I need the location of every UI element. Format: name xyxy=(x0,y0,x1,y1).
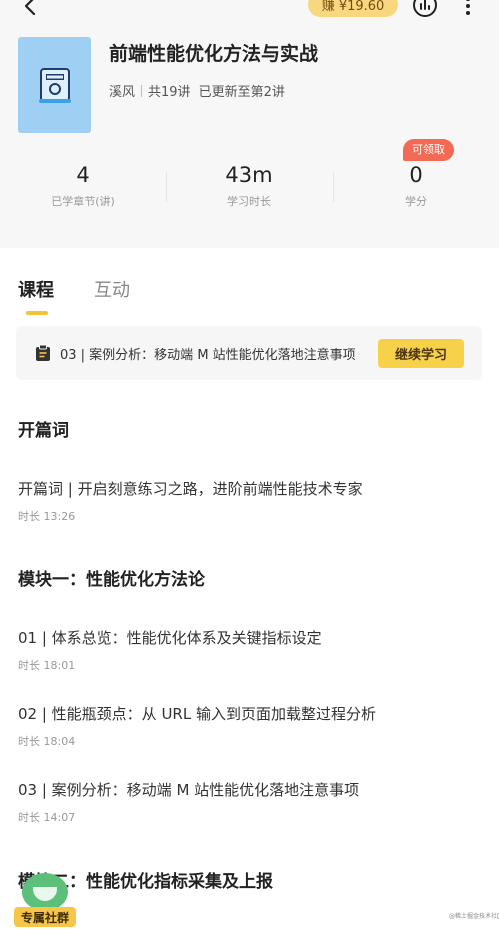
stat-chapters: 4 已学章节(讲) xyxy=(0,160,166,209)
course-cover-image xyxy=(18,37,91,133)
section-title: 开篇词 xyxy=(18,421,69,441)
top-bar: 赚 ¥19.60 xyxy=(0,0,499,20)
community-group-button[interactable]: 专属社群 xyxy=(14,873,76,929)
chat-bubble-icon xyxy=(22,873,68,911)
stat-label: 已学章节(讲) xyxy=(51,195,115,208)
earn-reward-button[interactable]: 赚 ¥19.60 xyxy=(308,0,398,17)
claim-credits-badge[interactable]: 可领取 xyxy=(403,139,454,161)
lesson-title: 02 | 性能瓶颈点：从 URL 输入到页面加载整过程分析 xyxy=(18,705,376,723)
lesson-title: 01 | 体系总览：性能优化体系及关键指标设定 xyxy=(18,629,322,647)
course-content-panel: 课程 互动 03 | 案例分析：移动端 M 站性能优化落地注意事项 继续学习 开… xyxy=(0,250,499,929)
lesson-title: 开篇词 | 开启刻意练习之路，进阶前端性能技术专家 xyxy=(18,480,363,498)
update-status: 已更新至第2讲 xyxy=(198,85,285,100)
course-title: 前端性能优化方法与实战 xyxy=(109,43,319,65)
lesson-item[interactable]: 01 | 体系总览：性能优化体系及关键指标设定 时长 18:01 xyxy=(18,627,488,673)
stat-value: 43m xyxy=(225,163,273,187)
continue-learning-button[interactable]: 继续学习 xyxy=(378,339,464,368)
lesson-duration: 时长 18:04 xyxy=(18,735,76,748)
last-lesson-title: 03 | 案例分析：移动端 M 站性能优化落地注意事项 xyxy=(60,348,356,363)
learning-stats: 4 已学章节(讲) 43m 学习时长 0 学分 xyxy=(0,160,499,218)
stat-label: 学分 xyxy=(405,195,427,208)
community-label: 专属社群 xyxy=(14,907,76,927)
stat-value: 0 xyxy=(409,163,423,187)
active-tab-indicator xyxy=(26,311,48,315)
lesson-count: 共19讲 xyxy=(148,85,191,100)
lesson-item[interactable]: 02 | 性能瓶颈点：从 URL 输入到页面加载整过程分析 时长 18:04 xyxy=(18,703,488,749)
stat-study-time: 43m 学习时长 xyxy=(166,160,332,209)
author-name[interactable]: 溪风 xyxy=(109,81,135,100)
lesson-duration: 时长 18:01 xyxy=(18,659,76,672)
lesson-duration: 时长 13:26 xyxy=(18,510,76,523)
stat-credits[interactable]: 0 学分 xyxy=(333,160,499,209)
course-meta: 溪风 共19讲 已更新至第2讲 xyxy=(109,81,285,100)
tab-course[interactable]: 课程 xyxy=(18,276,54,302)
tab-interact[interactable]: 互动 xyxy=(94,276,130,302)
statistics-button[interactable] xyxy=(412,0,438,18)
section-title: 模块一：性能优化方法论 xyxy=(18,570,205,590)
watermark: @稀土掘金技术社区 xyxy=(449,913,499,920)
lesson-duration: 时长 14:07 xyxy=(18,811,76,824)
web-document-icon xyxy=(38,68,71,103)
chart-icon xyxy=(413,0,437,17)
clipboard-icon xyxy=(36,344,50,361)
lesson-title: 03 | 案例分析：移动端 M 站性能优化落地注意事项 xyxy=(18,781,360,799)
lesson-item[interactable]: 开篇词 | 开启刻意练习之路，进阶前端性能技术专家 时长 13:26 xyxy=(18,478,488,524)
stat-label: 学习时长 xyxy=(227,195,271,208)
stat-value: 4 xyxy=(76,163,90,187)
chevron-left-icon xyxy=(24,0,36,15)
meta-divider xyxy=(141,84,143,97)
continue-learning-bar[interactable]: 03 | 案例分析：移动端 M 站性能优化落地注意事项 继续学习 xyxy=(16,326,482,380)
lesson-item[interactable]: 03 | 案例分析：移动端 M 站性能优化落地注意事项 时长 14:07 xyxy=(18,779,488,825)
back-button[interactable] xyxy=(18,0,42,18)
more-menu-button[interactable] xyxy=(461,0,475,16)
